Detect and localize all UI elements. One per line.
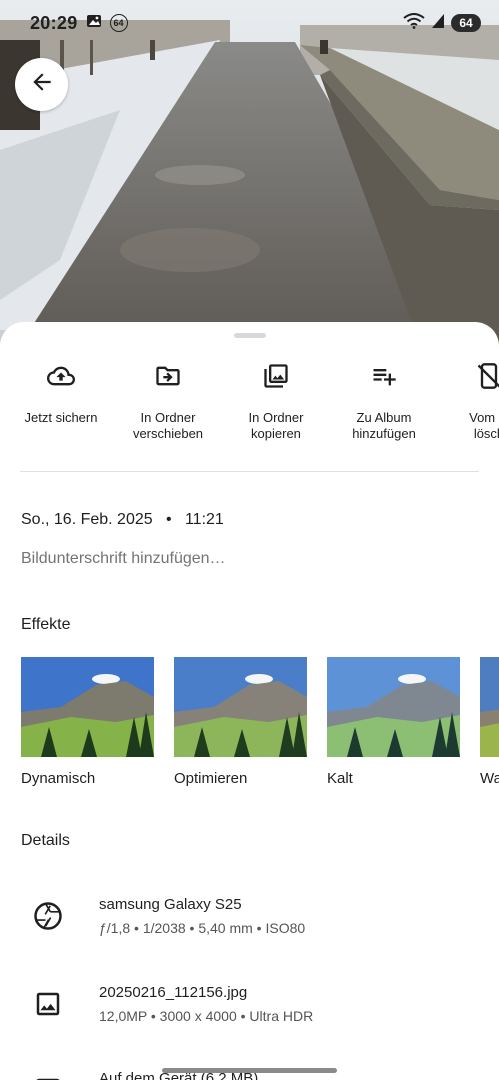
- info-sheet: Jetzt sichern In Ordner verschieben In O…: [0, 322, 499, 1080]
- effect-optimize[interactable]: Optimieren: [174, 657, 307, 787]
- effects-title: Effekte: [21, 616, 71, 633]
- camera-model: samsung Galaxy S25: [99, 896, 242, 913]
- device-icon: [32, 1074, 64, 1080]
- playlist-add-icon: [370, 356, 398, 396]
- folder-move-icon: [154, 356, 182, 396]
- effect-cool[interactable]: Kalt: [327, 657, 460, 787]
- effect-thumbnail: [174, 657, 307, 757]
- signal-icon: [431, 13, 445, 34]
- effect-dynamic[interactable]: Dynamisch: [21, 657, 154, 787]
- delete-device-icon: [475, 356, 499, 396]
- divider: [20, 471, 479, 472]
- wifi-icon: [403, 12, 425, 34]
- status-time: 20:29: [30, 12, 78, 33]
- effect-label: Kalt: [327, 770, 353, 787]
- photo-preview: [0, 0, 499, 345]
- detail-camera: samsung Galaxy S25 ƒ/1,8 • 1/2038 • 5,40…: [0, 894, 499, 944]
- details-title: Details: [21, 832, 70, 849]
- effect-label: Dynamisch: [21, 770, 96, 787]
- effect-thumbnail: [480, 657, 499, 757]
- drag-handle[interactable]: [234, 333, 266, 338]
- effect-label: Optimieren: [174, 770, 248, 787]
- detail-file: 20250216_112156.jpg 12,0MP • 3000 x 4000…: [0, 982, 499, 1032]
- action-label: Zu Album hinzufügen: [352, 410, 416, 441]
- cloud-upload-icon: [47, 356, 75, 396]
- effect-thumbnail: [21, 657, 154, 757]
- camera-settings: ƒ/1,8 • 1/2038 • 5,40 mm • ISO80: [99, 920, 306, 936]
- delete-from-device-button[interactable]: Vom G lösch: [434, 356, 499, 442]
- backup-now-button[interactable]: Jetzt sichern: [6, 356, 116, 426]
- action-label: Jetzt sichern: [24, 410, 98, 425]
- arrow-back-icon: [29, 69, 55, 100]
- action-label: In Ordner verschieben: [132, 410, 204, 441]
- effect-label: Wa: [480, 770, 499, 787]
- action-label: Vom G lösch: [469, 410, 499, 441]
- move-to-folder-button[interactable]: In Ordner verschieben: [113, 356, 223, 442]
- file-name: 20250216_112156.jpg: [99, 984, 248, 1001]
- back-button[interactable]: [15, 58, 68, 111]
- status-bar: 20:29 64 64: [0, 0, 499, 46]
- caption-input[interactable]: Bildunterschrift hinzufügen…: [21, 550, 226, 568]
- copy-to-folder-icon: [262, 356, 290, 396]
- date-time[interactable]: So., 16. Feb. 2025 • 11:21: [21, 511, 224, 529]
- effects-row: Dynamisch Optimieren Kalt Wa: [21, 657, 499, 797]
- copy-to-folder-button[interactable]: In Ordner kopieren: [221, 356, 331, 442]
- action-row: Jetzt sichern In Ordner verschieben In O…: [0, 356, 499, 446]
- notification-badge: 64: [109, 14, 128, 32]
- file-info: 12,0MP • 3000 x 4000 • Ultra HDR: [99, 1008, 314, 1024]
- gesture-bar[interactable]: [162, 1068, 337, 1073]
- add-to-album-button[interactable]: Zu Album hinzufügen: [329, 356, 439, 442]
- gallery-icon: [86, 13, 102, 34]
- photo-time: 11:21: [184, 511, 224, 528]
- action-label: In Ordner kopieren: [248, 410, 304, 441]
- photo-date: So., 16. Feb. 2025: [21, 511, 153, 528]
- battery-indicator: 64: [451, 14, 481, 32]
- effect-thumbnail: [327, 657, 460, 757]
- separator-dot: •: [157, 511, 181, 528]
- image-icon: [32, 988, 64, 1020]
- effect-warm[interactable]: Wa: [480, 657, 499, 787]
- camera-aperture-icon: [32, 900, 64, 932]
